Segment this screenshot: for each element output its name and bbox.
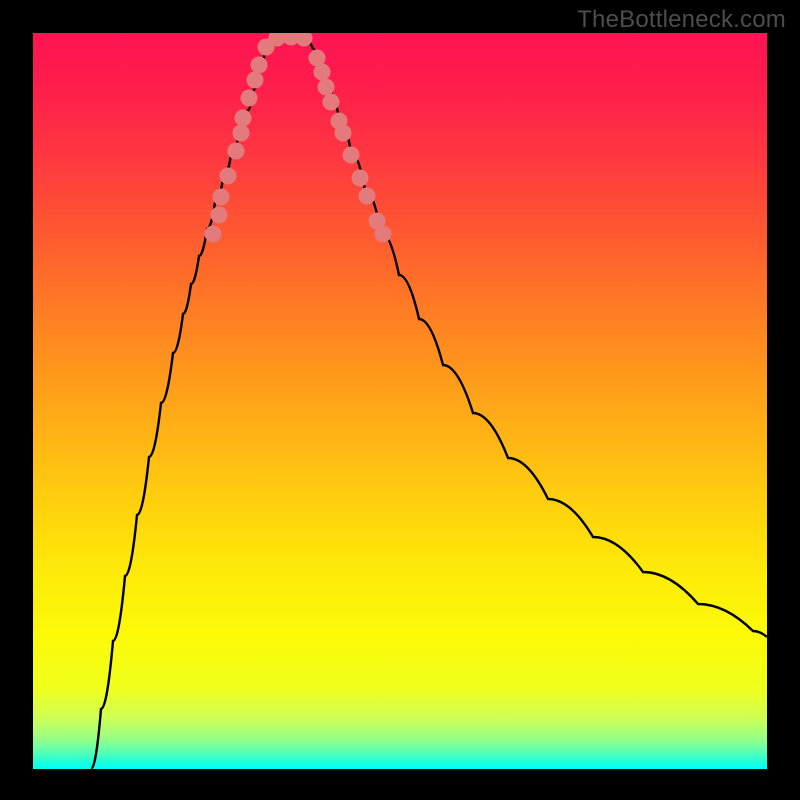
curve-right-branch xyxy=(313,49,767,637)
dot-cluster-left xyxy=(205,33,313,243)
data-dot xyxy=(241,90,258,107)
data-dot xyxy=(247,72,264,89)
data-dot xyxy=(233,125,250,142)
data-dot xyxy=(359,188,376,205)
data-dot xyxy=(213,189,230,206)
curve-group xyxy=(91,35,767,769)
data-dot xyxy=(335,125,352,142)
data-dot xyxy=(318,79,335,96)
bottleneck-curve-svg xyxy=(33,33,767,769)
chart-frame: TheBottleneck.com xyxy=(0,0,800,800)
data-dot xyxy=(375,226,392,243)
watermark-text: TheBottleneck.com xyxy=(577,6,786,34)
data-dot xyxy=(235,110,252,127)
data-dot xyxy=(220,168,237,185)
data-dot xyxy=(343,147,360,164)
data-dot xyxy=(314,64,331,81)
data-dot xyxy=(205,226,222,243)
data-dot xyxy=(352,170,369,187)
data-dot xyxy=(211,207,228,224)
data-dot xyxy=(251,57,268,74)
data-dot xyxy=(228,143,245,160)
data-dot xyxy=(323,94,340,111)
